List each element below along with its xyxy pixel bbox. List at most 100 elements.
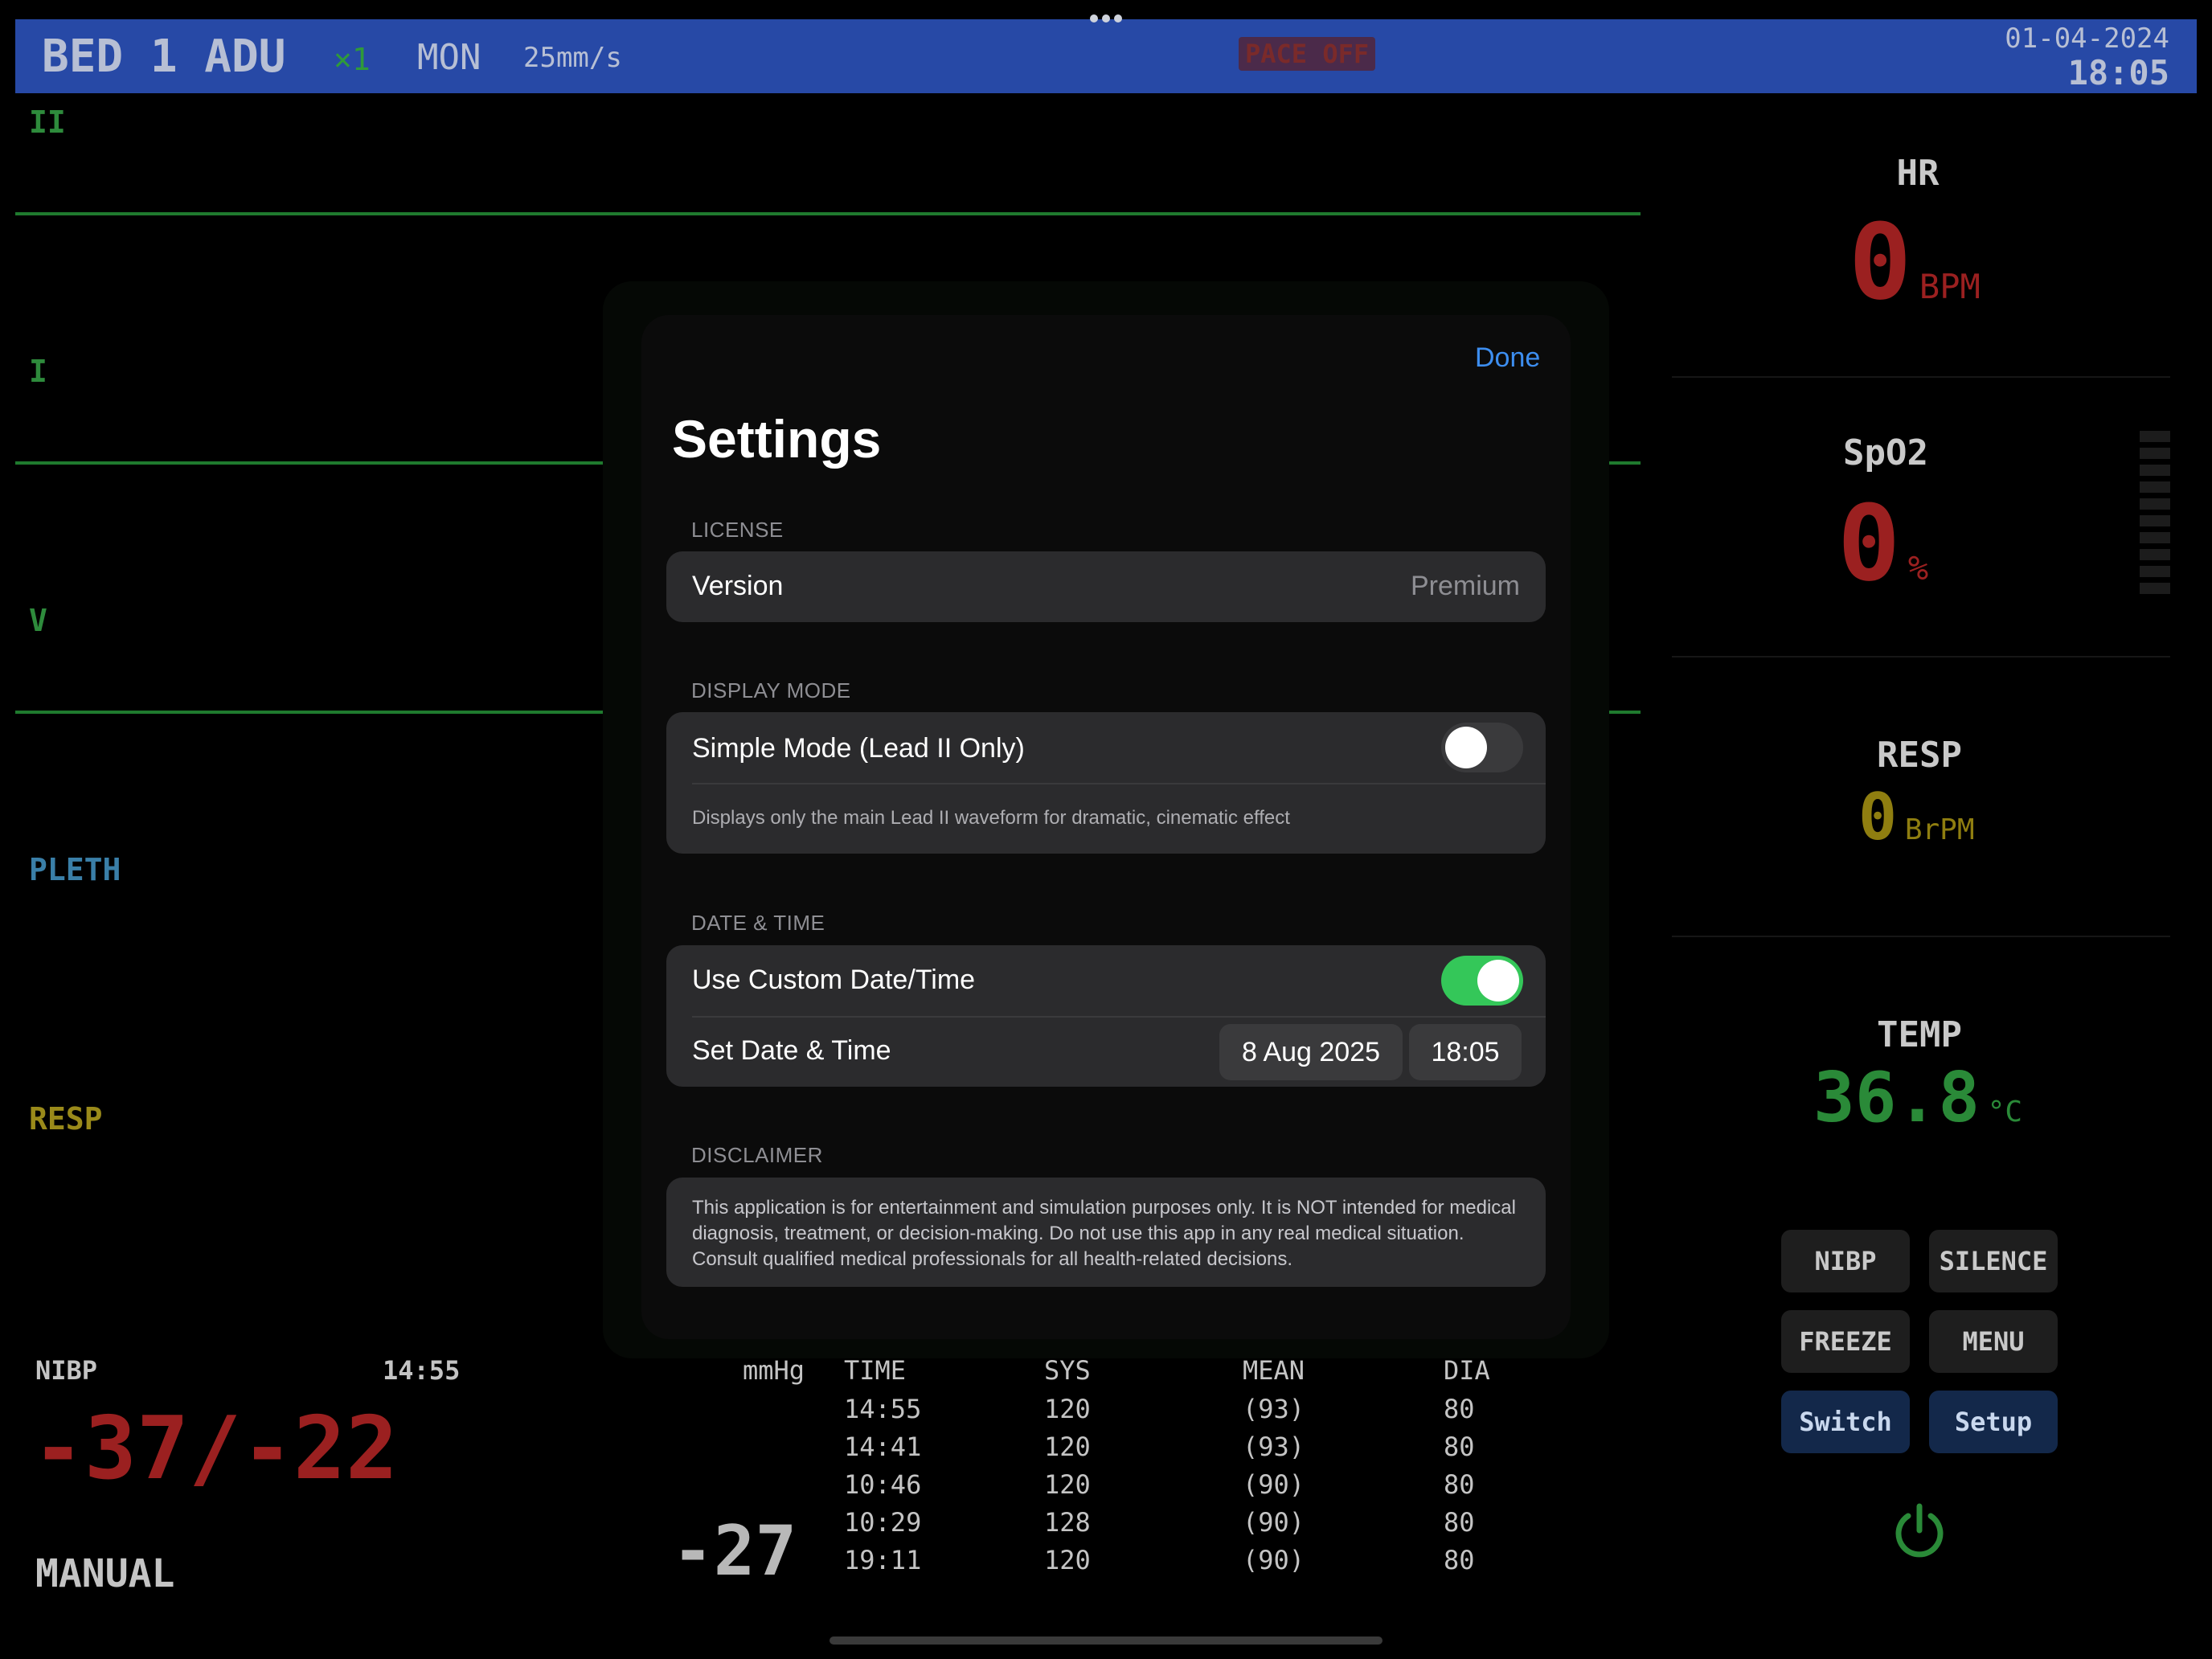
header-date: 01-04-2024 — [2005, 23, 2169, 55]
disclaimer-text: This application is for entertainment an… — [692, 1197, 1516, 1270]
history-time: 19:11 — [844, 1545, 922, 1575]
date-time-card: Use Custom Date/Time Set Date & Time 8 A… — [666, 945, 1546, 1087]
custom-date-time-toggle[interactable] — [1441, 956, 1523, 1006]
history-header-sys: SYS — [1044, 1355, 1091, 1386]
simple-mode-toggle[interactable] — [1441, 723, 1523, 772]
history-dia: 80 — [1444, 1432, 1475, 1462]
signal-bar — [2140, 532, 2170, 543]
signal-bar — [2140, 481, 2170, 493]
history-dia: 80 — [1444, 1469, 1475, 1500]
history-sys: 120 — [1044, 1394, 1091, 1424]
display-mode-card: Simple Mode (Lead II Only) Displays only… — [666, 712, 1546, 854]
resp-label: RESP — [1877, 735, 1962, 776]
speed-label: 25mm/s — [523, 42, 622, 74]
nibp-mean-value: -27 — [672, 1511, 797, 1591]
spo2-readout: 0 % — [1837, 482, 1928, 604]
bed-label: BED 1 ADU — [42, 31, 286, 83]
lead-ii-label: II — [29, 104, 66, 140]
simple-mode-description: Displays only the main Lead II waveform … — [692, 807, 1290, 829]
setup-button[interactable]: Setup — [1929, 1391, 2058, 1453]
resp-value: 0 — [1858, 780, 1898, 854]
history-header-mean: MEAN — [1243, 1355, 1305, 1386]
history-dia: 80 — [1444, 1394, 1475, 1424]
history-time: 10:46 — [844, 1469, 922, 1500]
vital-divider — [1672, 656, 2170, 657]
disclaimer-section-header: DISCLAIMER — [691, 1143, 823, 1167]
lead-i-label: I — [29, 354, 47, 389]
resp-readout: 0 BrPM — [1858, 780, 1975, 854]
history-time: 14:41 — [844, 1432, 922, 1462]
temp-unit: °C — [1987, 1096, 2023, 1129]
signal-bar — [2140, 465, 2170, 476]
nibp-value: -37/-22 — [32, 1399, 399, 1499]
spo2-label: SpO2 — [1843, 432, 1928, 473]
hr-value: 0 — [1849, 201, 1912, 323]
history-mean: (90) — [1243, 1469, 1305, 1500]
hr-unit: BPM — [1919, 267, 1981, 306]
row-separator — [692, 1016, 1546, 1018]
custom-date-time-label: Use Custom Date/Time — [692, 965, 976, 995]
spo2-signal-bars — [2140, 431, 2170, 600]
history-header-time: TIME — [844, 1355, 907, 1386]
set-date-time-label: Set Date & Time — [692, 1035, 891, 1066]
home-indicator[interactable] — [830, 1636, 1382, 1645]
version-value: Premium — [1410, 571, 1520, 601]
nibp-unit: mmHg — [743, 1355, 805, 1386]
signal-bar — [2140, 448, 2170, 459]
temp-value: 36.8 — [1813, 1058, 1981, 1138]
nibp-label: NIBP — [35, 1355, 98, 1386]
history-mean: (93) — [1243, 1394, 1305, 1424]
vital-divider — [1672, 936, 2170, 937]
signal-bar — [2140, 549, 2170, 560]
history-mean: (90) — [1243, 1507, 1305, 1538]
history-mean: (90) — [1243, 1545, 1305, 1575]
toggle-knob — [1477, 960, 1519, 1002]
pleth-label: PLETH — [29, 852, 121, 887]
license-card: Version Premium — [666, 551, 1546, 622]
pace-badge: PACE OFF — [1239, 37, 1376, 71]
temp-readout: 36.8 °C — [1813, 1058, 2022, 1138]
history-dia: 80 — [1444, 1507, 1475, 1538]
nibp-mode: MANUAL — [35, 1551, 175, 1596]
hr-readout: 0 BPM — [1849, 201, 1981, 323]
nibp-time: 14:55 — [383, 1355, 461, 1386]
temp-label: TEMP — [1877, 1014, 1962, 1055]
toggle-knob — [1445, 727, 1487, 768]
signal-bar — [2140, 498, 2170, 510]
license-section-header: LICENSE — [691, 518, 784, 542]
menu-button[interactable]: MENU — [1929, 1310, 2058, 1373]
time-picker-button[interactable]: 18:05 — [1409, 1024, 1522, 1080]
switch-button[interactable]: Switch — [1781, 1391, 1910, 1453]
date-picker-button[interactable]: 8 Aug 2025 — [1219, 1024, 1403, 1080]
history-dia: 80 — [1444, 1545, 1475, 1575]
history-time: 14:55 — [844, 1394, 922, 1424]
signal-bar — [2140, 566, 2170, 577]
hr-label: HR — [1896, 153, 1940, 194]
spo2-value: 0 — [1837, 482, 1901, 604]
power-icon[interactable] — [1889, 1500, 1950, 1561]
vital-divider — [1672, 376, 2170, 378]
done-button[interactable]: Done — [1475, 342, 1540, 374]
signal-bar — [2140, 431, 2170, 442]
history-mean: (93) — [1243, 1432, 1305, 1462]
resp-wave-label: RESP — [29, 1101, 103, 1137]
header-time: 18:05 — [2067, 53, 2169, 92]
simple-mode-label: Simple Mode (Lead II Only) — [692, 733, 1025, 764]
display-mode-section-header: DISPLAY MODE — [691, 678, 851, 703]
silence-button[interactable]: SILENCE — [1929, 1230, 2058, 1292]
mode-label: MON — [417, 37, 481, 78]
spo2-unit: % — [1907, 548, 1929, 588]
signal-bar — [2140, 583, 2170, 594]
nibp-button[interactable]: NIBP — [1781, 1230, 1910, 1292]
settings-title: Settings — [672, 409, 882, 469]
resp-unit: BrPM — [1904, 813, 1975, 846]
history-sys: 128 — [1044, 1507, 1091, 1538]
history-sys: 120 — [1044, 1469, 1091, 1500]
freeze-button[interactable]: FREEZE — [1781, 1310, 1910, 1373]
row-separator — [692, 783, 1546, 784]
history-sys: 120 — [1044, 1545, 1091, 1575]
history-sys: 120 — [1044, 1432, 1091, 1462]
disclaimer-card: This application is for entertainment an… — [666, 1178, 1546, 1287]
multiplier-label: ×1 — [334, 42, 371, 77]
date-time-section-header: DATE & TIME — [691, 911, 825, 935]
